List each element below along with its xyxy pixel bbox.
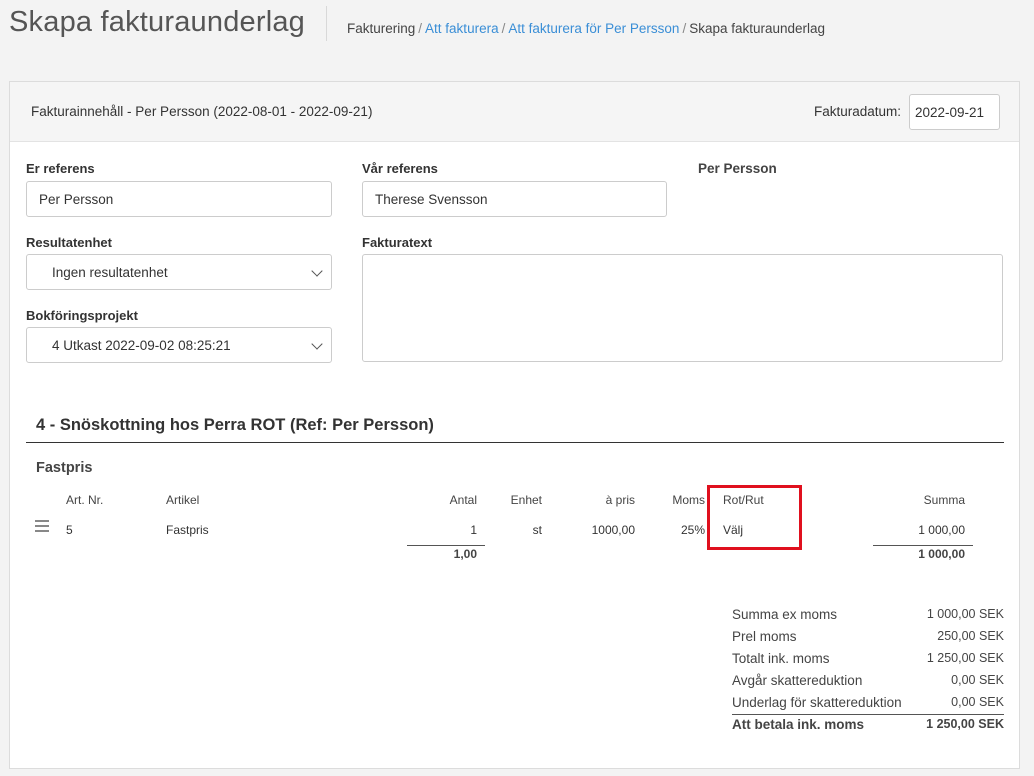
col-unit: Enhet	[510, 493, 542, 507]
col-sum: Summa	[923, 493, 965, 507]
qty-total-rule	[407, 545, 485, 546]
invoice-text-label: Fakturatext	[362, 235, 433, 250]
your-reference-label: Er referens	[26, 161, 95, 176]
project-label: Bokföringsprojekt	[26, 308, 138, 323]
page-title: Skapa fakturaunderlag	[9, 6, 306, 38]
summary-ex-vat-value: 1 000,00 SEK	[926, 607, 1004, 621]
qty-total: 1,00	[453, 547, 477, 561]
invoice-content-panel: Fakturainnehåll - Per Persson (2022-08-0…	[9, 81, 1020, 769]
panel-title: Fakturainnehåll - Per Persson (2022-08-0…	[31, 104, 373, 119]
breadcrumb-separator: /	[501, 21, 506, 36]
row-art-nr: 5	[66, 523, 73, 537]
breadcrumb-separator: /	[418, 21, 423, 36]
panel-header: Fakturainnehåll - Per Persson (2022-08-0…	[10, 82, 1019, 142]
summary-amount-due-value: 1 250,00 SEK	[926, 717, 1004, 731]
result-unit-label: Resultatenhet	[26, 235, 112, 250]
row-article: Fastpris	[166, 523, 209, 537]
our-reference-label: Vår referens	[362, 161, 438, 176]
breadcrumb-att-fakturera-link[interactable]: Att fakturera	[425, 21, 499, 36]
col-article: Artikel	[166, 493, 200, 507]
project-select[interactable]: 4 Utkast 2022-09-02 08:25:21	[26, 327, 332, 363]
summary-prel-vat-value: 250,00 SEK	[937, 629, 1004, 643]
summary-tax-reduction-basis-label: Underlag för skattereduktion	[732, 695, 902, 710]
chevron-down-icon	[311, 338, 323, 350]
summary-divider	[732, 714, 1004, 715]
page-header: Skapa fakturaunderlag Fakturering / Att fa…	[0, 0, 1034, 52]
breadcrumb: Fakturering / Att fakturera / Att fakturera …	[347, 21, 825, 36]
rot-rut-highlight-box	[707, 485, 802, 550]
fixed-price-group-title: Fastpris	[36, 460, 93, 476]
summary-amount-due-label: Att betala ink. moms	[732, 717, 865, 732]
summary-tax-reduction-label: Avgår skattereduktion	[732, 673, 863, 688]
section-divider	[26, 442, 1004, 443]
sum-total: 1 000,00	[918, 547, 965, 561]
result-unit-select[interactable]: Ingen resultatenhet	[26, 254, 332, 290]
invoice-date-input[interactable]: 2022-09-21	[909, 94, 1000, 130]
summary-ex-vat-label: Summa ex moms	[732, 607, 838, 622]
col-qty: Antal	[449, 493, 477, 507]
breadcrumb-separator: /	[682, 21, 687, 36]
row-sum: 1 000,00	[918, 523, 965, 537]
header-divider	[326, 6, 327, 41]
breadcrumb-current: Skapa fakturaunderlag	[689, 21, 826, 36]
breadcrumb-att-fakturera-kund-link[interactable]: Att fakturera för Per Persson	[508, 21, 679, 36]
chevron-down-icon	[311, 265, 323, 277]
row-qty[interactable]: 1	[430, 523, 477, 537]
summary-total-inc-vat-label: Totalt ink. moms	[732, 651, 830, 666]
summary-tax-reduction-value: 0,00 SEK	[951, 673, 1004, 687]
breadcrumb-fakturering: Fakturering	[347, 21, 416, 36]
your-reference-input[interactable]: Per Persson	[26, 181, 332, 217]
row-price[interactable]: 1000,00	[575, 523, 635, 537]
summary-prel-vat-label: Prel moms	[732, 629, 797, 644]
col-art-nr: Art. Nr.	[66, 493, 104, 507]
col-price: à pris	[605, 493, 635, 507]
sum-total-rule	[873, 545, 973, 546]
project-section-title: 4 - Snöskottning hos Perra ROT (Ref: Per…	[36, 416, 434, 434]
summary-total-inc-vat-value: 1 250,00 SEK	[926, 651, 1004, 665]
our-reference-input[interactable]: Therese Svensson	[362, 181, 667, 217]
invoice-date-label: Fakturadatum:	[814, 104, 902, 119]
row-vat: 25%	[680, 523, 705, 537]
drag-handle-icon[interactable]	[35, 520, 49, 532]
col-vat: Moms	[672, 493, 705, 507]
invoice-text-textarea[interactable]	[362, 254, 1003, 362]
result-unit-value: Ingen resultatenhet	[52, 265, 168, 280]
summary-tax-reduction-basis-value: 0,00 SEK	[951, 695, 1004, 709]
project-value: 4 Utkast 2022-09-02 08:25:21	[52, 338, 231, 353]
row-unit: st	[532, 523, 542, 537]
customer-name: Per Persson	[698, 161, 777, 176]
